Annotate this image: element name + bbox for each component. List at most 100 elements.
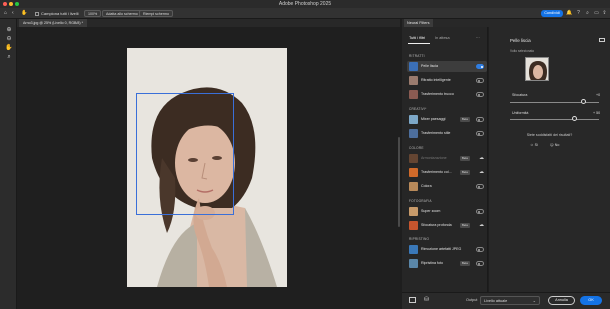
- feedback-yes-button[interactable]: ☺ Sì: [530, 141, 538, 149]
- download-cloud-icon[interactable]: ☁: [479, 169, 484, 175]
- layers-toggle-icon[interactable]: [599, 38, 605, 42]
- filter-thumbnail: [409, 259, 418, 268]
- sample-all-layers-label: Campiona tutti i livelli: [41, 11, 79, 16]
- beta-badge: Beta: [460, 117, 470, 122]
- filter-row[interactable]: Trasferimento stile: [407, 128, 487, 139]
- filter-thumbnail: [409, 129, 418, 138]
- filter-label: Sfocatura profonda: [421, 223, 452, 227]
- slider-label: Uniformità: [512, 111, 529, 115]
- filter-toggle[interactable]: [476, 92, 484, 97]
- filter-label: Armonizzazione: [421, 156, 447, 160]
- filter-row[interactable]: Trasferimento trucco: [407, 89, 487, 100]
- filter-row[interactable]: Sfocatura profonda Beta ☁: [407, 220, 487, 231]
- face-thumbnail-image: [526, 58, 548, 80]
- zoom-in-icon[interactable]: ⊕: [5, 27, 13, 34]
- filter-toggle[interactable]: [476, 247, 484, 252]
- share-icon[interactable]: ⇪: [601, 10, 608, 17]
- section-photography: FOTOGRAFIA: [409, 199, 432, 203]
- zoom-100-button[interactable]: 100%: [84, 10, 102, 17]
- zoom-out-icon[interactable]: ⊖: [5, 36, 13, 43]
- output-label: Output: [466, 298, 478, 302]
- filter-label: Colora: [421, 184, 432, 188]
- filter-thumbnail: [409, 62, 418, 71]
- download-cloud-icon[interactable]: ☁: [479, 155, 484, 161]
- tab-all-filters[interactable]: Tutti i filtri: [409, 36, 425, 40]
- filter-label: Rimozione artefatti JPEG: [421, 247, 462, 251]
- filter-toggle[interactable]: [476, 64, 484, 69]
- filter-thumbnail: [409, 245, 418, 254]
- chevron-down-icon: ⌄: [532, 298, 536, 303]
- filter-thumbnail: [409, 207, 418, 216]
- filter-label: Ritratto intelligente: [421, 78, 451, 82]
- output-select-value: Livello attuale: [484, 299, 508, 303]
- filter-label: Pelle liscia: [421, 64, 438, 68]
- more-options-icon[interactable]: ···: [476, 36, 480, 40]
- slider-value: + 50: [593, 111, 601, 115]
- slider-label: Sfocatura: [512, 93, 528, 97]
- output-select[interactable]: Livello attuale ⌄: [480, 296, 540, 305]
- app-title: Adobe Photoshop 2025: [278, 1, 332, 7]
- filter-toggle[interactable]: [476, 209, 484, 214]
- slider-value: +0: [596, 93, 601, 97]
- download-cloud-icon[interactable]: ☁: [479, 222, 484, 228]
- hand-tool-icon[interactable]: ✋: [21, 10, 27, 17]
- fill-screen-button[interactable]: Riempi schermo: [139, 10, 173, 17]
- face-selection-box[interactable]: [136, 93, 234, 215]
- search-icon[interactable]: ⌕: [584, 10, 591, 17]
- selected-face-thumbnail[interactable]: [525, 57, 549, 81]
- notifications-bell-icon[interactable]: 🔔: [566, 10, 573, 17]
- workspace-icon[interactable]: ▭: [593, 10, 600, 17]
- filter-label: Super zoom: [421, 209, 441, 213]
- filter-row[interactable]: Rimozione artefatti JPEG: [407, 244, 487, 255]
- home-icon[interactable]: ⌂: [4, 10, 7, 17]
- beta-badge: Beta: [460, 261, 470, 266]
- hand-icon[interactable]: ✋: [5, 45, 13, 52]
- filter-toggle[interactable]: [476, 78, 484, 83]
- active-tab-underline: [408, 43, 430, 44]
- feedback-no-button[interactable]: ☹ No: [550, 141, 559, 149]
- filter-row[interactable]: Pelle liscia: [407, 61, 487, 72]
- filter-label: Ripristina foto: [421, 261, 443, 265]
- section-creative: CREATIVI*: [409, 107, 427, 111]
- vertical-scrollbar[interactable]: [398, 137, 400, 227]
- ok-button[interactable]: OK: [580, 296, 602, 305]
- filter-row[interactable]: Super zoom: [407, 206, 487, 217]
- filter-label: Trasferimento stile: [421, 131, 451, 135]
- filter-row[interactable]: Trasferimento col... Beta ☁: [407, 167, 487, 178]
- fit-screen-button[interactable]: Adatta allo schermo: [102, 10, 142, 17]
- document-tab[interactable]: Arno3.jpg @ 25% (Livello 0, RGB/8) *: [19, 19, 87, 27]
- feedback-no-label: No: [554, 143, 560, 147]
- filter-toggle[interactable]: [476, 261, 484, 266]
- compare-view-icon[interactable]: [409, 297, 416, 303]
- filters-list-panel: Tutti i filtri In attesa ··· RITRATTI Pe…: [402, 27, 488, 292]
- filter-thumbnail: [409, 168, 418, 177]
- filter-row[interactable]: Ripristina foto Beta: [407, 258, 487, 269]
- filter-row[interactable]: Mixer paesaggi Beta: [407, 114, 487, 125]
- filter-row[interactable]: Armonizzazione Beta ☁: [407, 153, 487, 164]
- filter-row[interactable]: Colora: [407, 181, 487, 192]
- filter-label: Trasferimento trucco: [421, 92, 454, 96]
- magnifier-icon[interactable]: ⌕: [5, 54, 13, 61]
- filter-thumbnail: [409, 115, 418, 124]
- slider-track[interactable]: [510, 119, 599, 120]
- filter-toggle[interactable]: [476, 184, 484, 189]
- filter-toggle[interactable]: [476, 131, 484, 136]
- share-button[interactable]: Condividi: [541, 10, 563, 17]
- neural-filters-tab[interactable]: Neural Filters: [404, 19, 433, 27]
- help-icon[interactable]: ?: [575, 10, 582, 17]
- feedback-question: Siete soddisfatti dei risultati?: [526, 133, 573, 137]
- selected-face-label: Volto selezionato: [510, 49, 535, 53]
- tab-waiting[interactable]: In attesa: [435, 36, 450, 40]
- slider-handle[interactable]: [571, 116, 577, 121]
- section-restore: RIPRISTINO: [409, 237, 430, 241]
- filter-thumbnail: [409, 182, 418, 191]
- canvas-area[interactable]: [17, 27, 400, 309]
- sample-all-layers-checkbox[interactable]: Campiona tutti i livelli: [35, 10, 79, 17]
- layers-stack-icon[interactable]: ⛁: [424, 296, 429, 303]
- cancel-button[interactable]: Annulla: [548, 296, 575, 305]
- slider-handle[interactable]: [580, 99, 586, 104]
- filter-toggle[interactable]: [476, 117, 484, 122]
- tools-panel: ⊕ ⊖ ✋ ⌕: [0, 19, 17, 309]
- filter-row[interactable]: Ritratto intelligente: [407, 75, 487, 86]
- back-arrow-icon[interactable]: ‹: [12, 10, 14, 17]
